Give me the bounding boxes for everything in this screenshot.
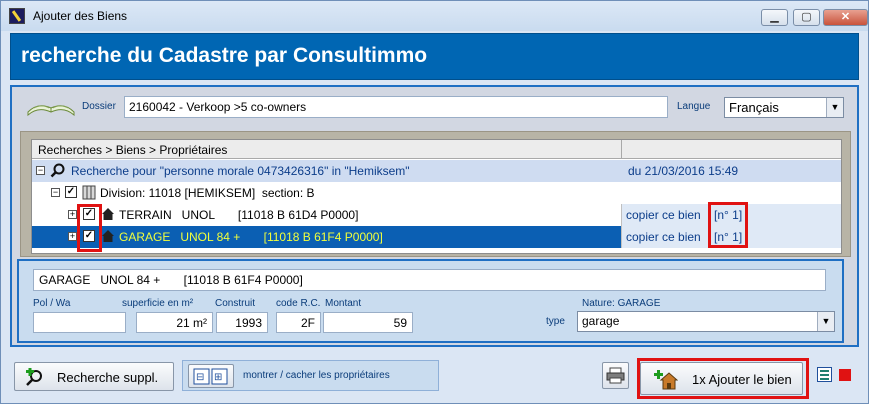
list-view-icon[interactable] xyxy=(817,367,832,382)
open-book-icon xyxy=(27,105,75,117)
langue-value: Français xyxy=(729,100,779,115)
highlight-box xyxy=(708,202,748,248)
copy-link[interactable]: copier ce bien xyxy=(626,230,701,244)
search-plus-icon xyxy=(26,368,42,386)
division-row-text: Division: 11018 [HEMIKSEM] section: B xyxy=(100,186,315,200)
toggle-owners-strip: ⊟ ⊞ montrer / cacher les propriétaires xyxy=(182,360,439,391)
pol-label: Pol / Wa xyxy=(33,298,71,309)
tree-header-label: Recherches > Biens > Propriétaires xyxy=(38,143,228,157)
collapse-icon[interactable]: − xyxy=(51,188,60,197)
copy-link[interactable]: copier ce bien xyxy=(626,208,701,222)
highlight-box xyxy=(77,204,102,252)
montant-field[interactable]: 59 xyxy=(323,312,413,333)
print-button[interactable] xyxy=(602,362,629,389)
page-title: recherche du Cadastre par Consultimmo xyxy=(21,44,428,67)
highlight-box xyxy=(637,358,809,399)
description-field[interactable]: GARAGE UNOL 84 + [11018 B 61F4 P0000] xyxy=(33,269,826,291)
langue-select[interactable]: Français ▼ xyxy=(724,97,844,118)
svg-text:⊞: ⊞ xyxy=(214,372,222,383)
svg-text:⊟: ⊟ xyxy=(196,372,204,383)
nature-label: Nature: GARAGE xyxy=(582,298,661,309)
tree-row-division[interactable]: − ✓ Division: 11018 [HEMIKSEM] section: … xyxy=(32,182,841,204)
detail-panel: GARAGE UNOL 84 + [11018 B 61F4 P0000] Po… xyxy=(17,259,844,343)
column-divider xyxy=(621,140,622,159)
app-icon xyxy=(9,8,25,24)
type-value: garage xyxy=(582,314,620,328)
superficie-field[interactable]: 21 m² xyxy=(136,312,213,333)
dialog-window: Ajouter des Biens ▁ ▢ ✕ recherche du Cad… xyxy=(0,0,869,404)
dossier-field[interactable]: 2160042 - Verkoop >5 co-owners xyxy=(124,96,668,118)
search-icon xyxy=(50,163,65,178)
tree-view: Recherches > Biens > Propriétaires − Rec… xyxy=(31,139,842,254)
division-checkbox[interactable]: ✓ xyxy=(65,186,77,198)
garage-row-text: GARAGE UNOL 84 + [11018 B 61F4 P0000] xyxy=(119,230,383,244)
superficie-label: superficie en m² xyxy=(122,298,194,309)
expand-collapse-icon: ⊟ ⊞ xyxy=(193,368,228,385)
toggle-owners-button[interactable]: ⊟ ⊞ xyxy=(188,364,234,388)
search-row-date: du 21/03/2016 15:49 xyxy=(628,164,739,178)
tree-row-search[interactable]: − Recherche pour "personne morale 047342… xyxy=(32,160,841,182)
printer-icon xyxy=(606,367,625,384)
chevron-down-icon[interactable]: ▼ xyxy=(826,98,843,117)
montant-label: Montant xyxy=(325,298,362,309)
map-icon xyxy=(82,185,96,200)
house-icon xyxy=(102,230,114,242)
toggle-owners-label: montrer / cacher les propriétaires xyxy=(243,370,390,381)
minimize-button[interactable]: ▁ xyxy=(761,9,788,26)
terrain-row-text: TERRAIN UNOL [11018 B 61D4 P0000] xyxy=(119,208,359,222)
recherche-suppl-label: Recherche suppl. xyxy=(57,370,159,385)
pol-field[interactable] xyxy=(33,312,126,333)
maximize-button[interactable]: ▢ xyxy=(793,9,820,26)
langue-label: Langue xyxy=(677,101,711,112)
chevron-down-icon[interactable]: ▼ xyxy=(817,312,834,331)
collapse-icon[interactable]: − xyxy=(36,166,45,175)
expand-icon[interactable]: + xyxy=(68,210,77,219)
code-field[interactable]: 2F xyxy=(276,312,321,333)
type-select[interactable]: garage ▼ xyxy=(577,311,835,332)
type-label: type xyxy=(546,316,565,327)
house-icon xyxy=(102,208,114,220)
dossier-label: Dossier xyxy=(82,101,116,112)
search-row-text: Recherche pour "personne morale 04734263… xyxy=(71,164,410,178)
recherche-suppl-button[interactable]: Recherche suppl. xyxy=(14,362,174,391)
window-title: Ajouter des Biens xyxy=(33,9,128,23)
expand-icon[interactable]: + xyxy=(68,232,77,241)
stop-icon[interactable] xyxy=(839,369,851,381)
title-bar: Ajouter des Biens ▁ ▢ ✕ xyxy=(1,1,868,31)
construit-label: Construit xyxy=(215,298,256,309)
tree-panel: Recherches > Biens > Propriétaires − Rec… xyxy=(20,131,851,257)
code-label: code R.C. xyxy=(276,298,321,309)
header-band: recherche du Cadastre par Consultimmo xyxy=(10,33,859,80)
construit-field[interactable]: 1993 xyxy=(216,312,268,333)
tree-header: Recherches > Biens > Propriétaires xyxy=(32,140,841,159)
close-button[interactable]: ✕ xyxy=(823,9,868,26)
